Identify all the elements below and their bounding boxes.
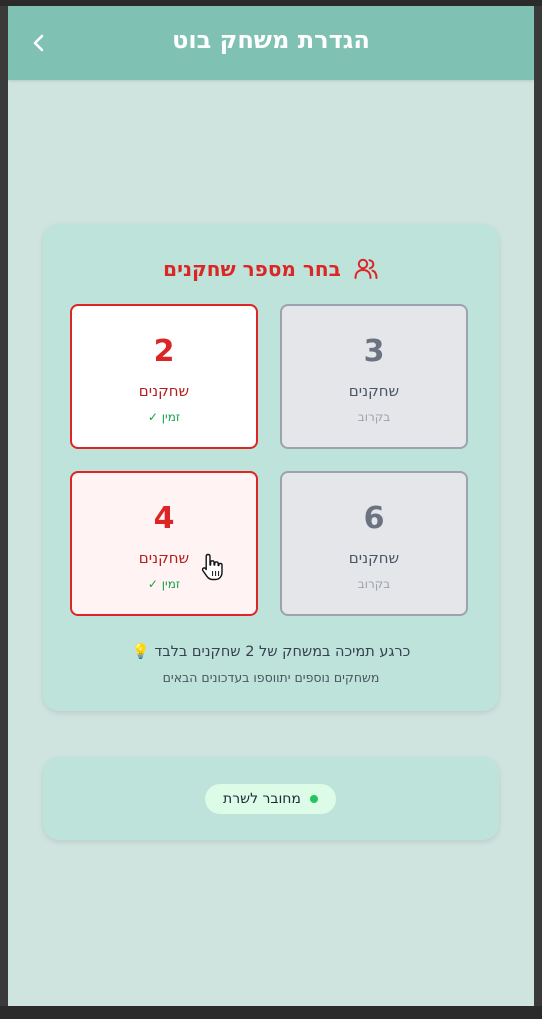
option-label: שחקנים xyxy=(138,382,190,400)
app-header: הגדרת משחק בוט xyxy=(8,6,534,80)
option-status: זמין ✓ xyxy=(147,577,181,591)
option-count: 2 xyxy=(153,334,175,369)
connection-status-badge: מחובר לשרת xyxy=(205,784,336,814)
connection-card: מחובר לשרת xyxy=(43,757,499,840)
option-6-players: 6 שחקנים בקרוב xyxy=(280,471,468,616)
page-title: הגדרת משחק בוט xyxy=(172,26,370,54)
option-2-players[interactable]: 2 שחקנים זמין ✓ xyxy=(70,304,258,449)
card-title: בחר מספר שחקנים xyxy=(163,257,341,281)
option-label: שחקנים xyxy=(348,549,400,567)
option-4-players[interactable]: 4 שחקנים זמין ✓ xyxy=(70,471,258,616)
app-screen: הגדרת משחק בוט בחר מספר שחקנים 2 שחקנים … xyxy=(8,6,534,1006)
window-bottom-edge xyxy=(0,1006,542,1019)
option-count: 3 xyxy=(363,334,385,369)
option-status: בקרוב xyxy=(357,577,391,591)
option-status: זמין ✓ xyxy=(147,410,181,424)
option-label: שחקנים xyxy=(138,549,190,567)
connection-status-text: מחובר לשרת xyxy=(223,791,301,807)
option-label: שחקנים xyxy=(348,382,400,400)
player-count-card: בחר מספר שחקנים 2 שחקנים זמין ✓ 3 שחקנים… xyxy=(43,224,499,711)
users-icon xyxy=(354,258,378,279)
support-subnote: משחקים נוספים יתווספו בעדכונים הבאים xyxy=(162,670,380,685)
option-count: 6 xyxy=(363,501,385,536)
option-3-players: 3 שחקנים בקרוב xyxy=(280,304,468,449)
status-dot-icon xyxy=(309,795,318,803)
option-count: 4 xyxy=(153,501,175,536)
option-status: בקרוב xyxy=(357,410,391,424)
support-note-text: כרגע תמיכה במשחק של 2 שחקנים בלבד xyxy=(154,644,411,660)
card-header: בחר מספר שחקנים xyxy=(43,252,499,286)
support-note: כרגע תמיכה במשחק של 2 שחקנים בלבד 💡 xyxy=(43,643,499,660)
lightbulb-icon: 💡 xyxy=(131,644,150,660)
